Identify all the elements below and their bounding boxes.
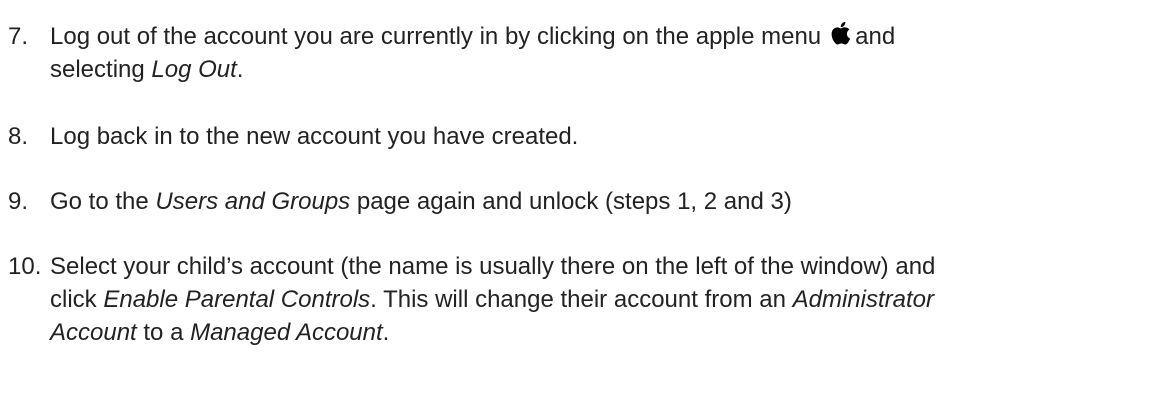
step-10-line3-post: . [382,319,390,346]
account-label: Account [50,319,137,346]
step-8: 8. Log back in to the new account you ha… [8,120,1128,153]
step-10: 10. Select your child’s account (the nam… [8,250,1128,349]
step-number: 8. [8,123,29,150]
step-10-line3-mid: to a [136,319,191,346]
enable-parental-controls-label: Enable Parental Controls [103,286,371,313]
step-7: 7. Log out of the account you are curren… [8,20,1128,86]
apple-logo-icon [831,21,851,45]
managed-account-label: Managed Account [190,319,383,346]
users-and-groups-label: Users and Groups [155,188,351,215]
step-10-line2-pre: click [50,286,104,313]
step-10-line1: Select your child’s account (the name is… [50,253,936,280]
step-text: Go to the Users and Groups page again an… [50,185,1128,218]
step-text: Log back in to the new account you have … [50,123,579,150]
step-text: Log out of the account you are currently… [50,20,1128,86]
document-page: 7. Log out of the account you are curren… [0,0,1159,410]
step-7-line2-pre: selecting [50,56,152,83]
step-number: 10. [8,253,42,280]
step-number: 7. [8,23,29,50]
administrator-label: Administrator [792,286,934,313]
step-10-line2-mid: . This will change their account from an [370,286,793,313]
step-number: 9. [8,188,29,215]
step-9-pre: Go to the [50,188,156,215]
step-7-line1-end: and [855,23,896,50]
step-7-line2-post: . [236,56,244,83]
step-9: 9. Go to the Users and Groups page again… [8,185,1128,218]
step-9-post: page again and unlock (steps 1, 2 and 3) [350,188,792,215]
step-text: Select your child’s account (the name is… [50,250,1128,349]
step-7-line1-text: Log out of the account you are currently… [50,23,822,50]
log-out-menu-label: Log Out [151,56,237,83]
